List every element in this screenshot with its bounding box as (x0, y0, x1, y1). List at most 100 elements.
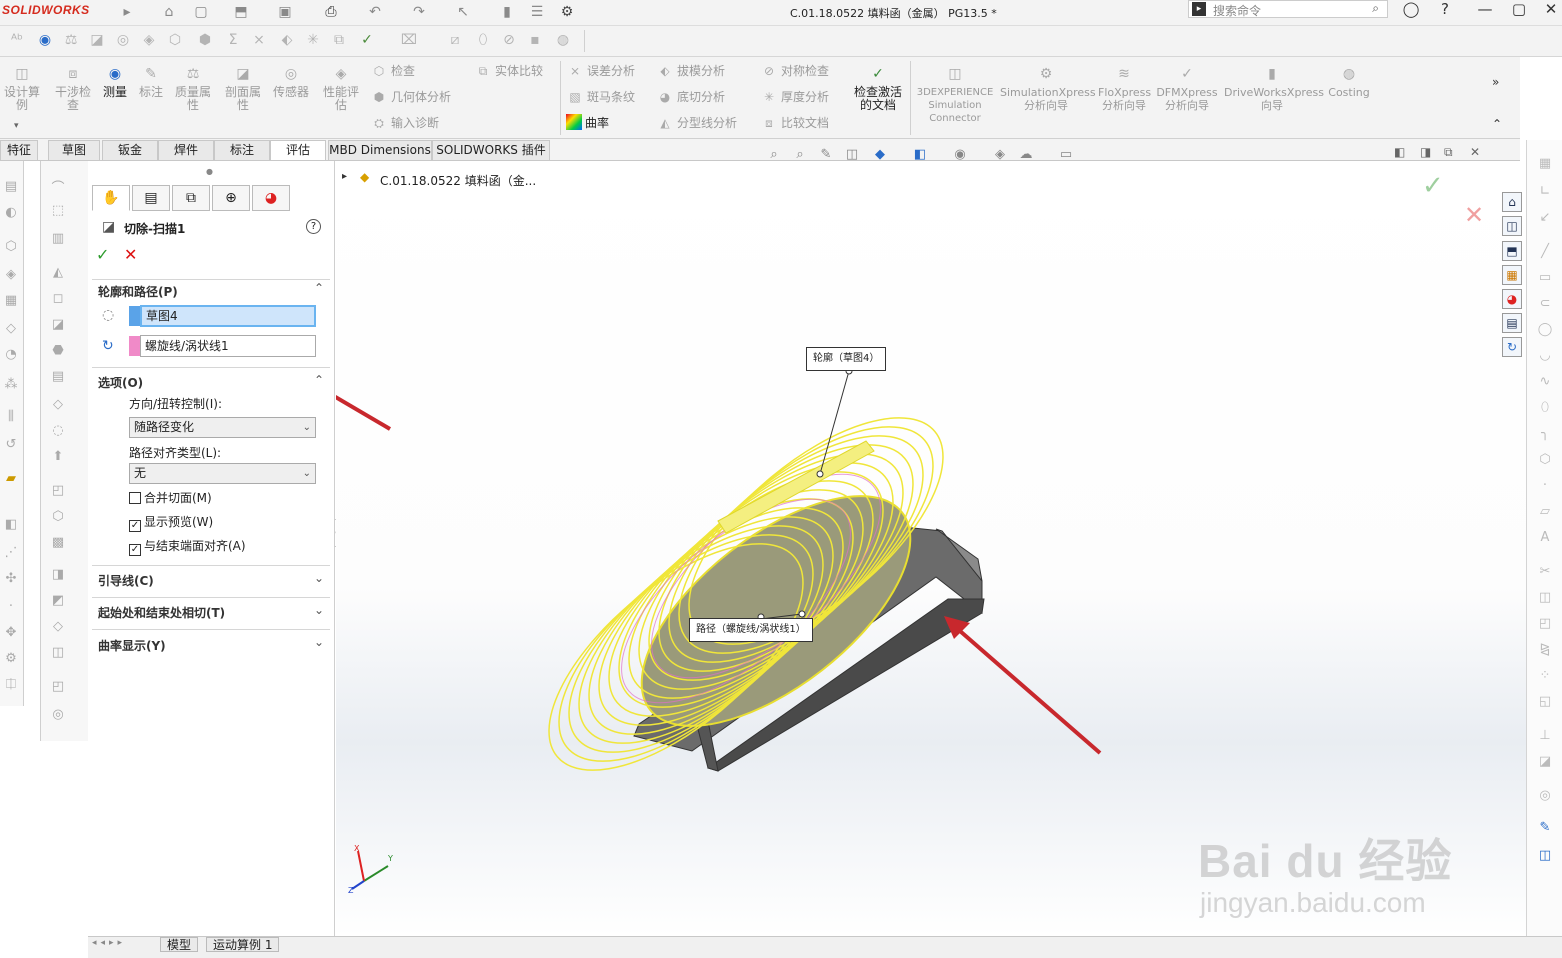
interference-icon[interactable]: ⨯ (250, 31, 268, 49)
expand-chevron-icon[interactable]: ⌄ (314, 635, 324, 649)
convert-icon[interactable]: ◫ (1536, 590, 1554, 608)
cmd-simulationxpress[interactable]: ⚙ SimulationXpress 分析向导 (1000, 65, 1096, 112)
cmd-dfmxpress[interactable]: ✓ DFMXpress 分析向导 (1156, 65, 1218, 112)
window-close-icon[interactable]: ✕ (1470, 145, 1480, 159)
geometry-analysis-icon[interactable]: ⬢ (196, 31, 214, 49)
cmd-check-active-document[interactable]: ✓ 检查激活的文档 (850, 65, 906, 112)
freeform-icon[interactable]: ⚙ (2, 651, 20, 669)
cmd-section-properties[interactable]: ◪ 剖面属性 (222, 65, 264, 112)
sensor-icon[interactable]: ◎ (114, 31, 132, 49)
home-view-icon[interactable]: ⌂ (1502, 192, 1522, 212)
collapse-ribbon-icon[interactable]: ⌃ (1492, 117, 1502, 131)
options-gear-icon[interactable]: ⚙ (558, 3, 576, 21)
revolve-icon[interactable]: ◐ (2, 205, 20, 223)
tab-slot-icon[interactable]: ◨ (49, 567, 67, 585)
polygon-icon[interactable]: ⬡ (1536, 452, 1554, 470)
graphics-area[interactable]: ⌕ ⌕ ✎ ◫ ◆ ◧ ◉ ◈ ☁ ▭ ◧ ◨ ⧉ ✕ ▸ ◆ C.01.18.… (336, 145, 1526, 936)
help-icon[interactable]: ? (1430, 0, 1460, 20)
corner-icon[interactable]: ◰ (49, 483, 67, 501)
maximize-button[interactable]: ▢ (1504, 0, 1534, 20)
pattern-sketch-icon[interactable]: ⁘ (1536, 668, 1554, 686)
jog-icon[interactable]: ◻ (49, 291, 67, 309)
tab-markup[interactable]: 标注 (214, 140, 270, 160)
ruler-icon[interactable]: ▰ (2, 471, 20, 489)
home-icon[interactable]: ⌂ (160, 3, 178, 21)
spell-check-icon[interactable]: ᴬᵇ (8, 31, 26, 49)
cross-break-icon[interactable]: ⬣ (49, 343, 67, 361)
sketched-bend-icon[interactable]: ◪ (49, 317, 67, 335)
vent-icon[interactable]: ⬡ (49, 509, 67, 527)
flatten-icon[interactable]: ◇ (49, 397, 67, 415)
performance-icon[interactable]: ◈ (140, 31, 158, 49)
search-commands-field[interactable]: ▸ 搜索命令 ⌕ (1188, 0, 1388, 18)
insert-bends-icon[interactable]: ◫ (49, 645, 67, 663)
circle-icon[interactable]: ◯ (1536, 322, 1554, 340)
section-curvature-display[interactable]: 曲率显示(Y) (98, 637, 166, 654)
custom-properties-icon[interactable]: ▤ (1502, 313, 1522, 333)
3d-view-icon[interactable]: ◫ (1502, 216, 1522, 236)
section-profile-path[interactable]: 轮廓和路径(P) (98, 283, 178, 300)
ribbon-dropdown-icon[interactable]: ▾ (14, 121, 19, 131)
file-properties-icon[interactable]: ☰ (528, 3, 546, 21)
restore-view-icon[interactable]: ◧ (1394, 145, 1405, 159)
compare-icon[interactable]: ⧉ (330, 31, 348, 49)
relations-icon[interactable]: ⊥ (1536, 728, 1554, 746)
search-icon[interactable]: ⌕ (1372, 1, 1379, 16)
offset-icon[interactable]: ◰ (1536, 616, 1554, 634)
shell-icon[interactable]: ◇ (2, 321, 20, 339)
user-icon[interactable]: ◯ (1396, 0, 1426, 20)
section-start-end-tangency[interactable]: 起始处和结束处相切(T) (98, 604, 225, 621)
text-icon[interactable]: A (1536, 530, 1554, 548)
cmd-performance-evaluation[interactable]: ◈ 性能评估 (320, 65, 362, 112)
symmetry-icon[interactable]: ⊘ (500, 31, 518, 49)
tab-sheet-metal[interactable]: 钣金 (102, 140, 158, 160)
tab-motion-study[interactable]: 运动算例 1 (206, 937, 280, 952)
tab-property-manager[interactable]: ▤ (132, 185, 170, 211)
sum-icon[interactable]: Σ (224, 31, 242, 49)
sweep-icon[interactable]: ⬡ (2, 239, 20, 257)
tab-display-manager[interactable]: ◕ (252, 185, 290, 211)
cmd-costing[interactable]: ◍ Costing (1326, 65, 1372, 99)
arc-icon[interactable]: ◡ (1536, 348, 1554, 366)
plane-icon[interactable]: ▱ (1536, 504, 1554, 522)
menu-expand-icon[interactable]: ▸ (118, 3, 136, 21)
lofted-bend-icon[interactable]: ▤ (49, 369, 67, 387)
merge-faces-checkbox[interactable]: 合并切面(M) (129, 490, 212, 506)
edge-flange-icon[interactable]: ⬚ (49, 203, 67, 221)
simple-hole-icon[interactable]: ◎ (49, 707, 67, 725)
measure-icon[interactable]: ◉ (36, 31, 54, 49)
rebuild-icon[interactable]: ▮ (498, 3, 516, 21)
appearances-icon[interactable]: ◕ (1502, 289, 1522, 309)
extrude-icon[interactable]: ▤ (2, 179, 20, 197)
tab-model[interactable]: 模型 (160, 937, 199, 952)
expand-chevron-icon[interactable]: ⌄ (314, 571, 324, 585)
split-icon[interactable]: ⎅ (2, 677, 20, 695)
check-active-doc-icon[interactable]: ✓ (358, 31, 376, 49)
tab-evaluate[interactable]: 评估 (270, 140, 326, 160)
path-field[interactable]: 螺旋线/涡状线1 (140, 335, 316, 357)
tab-dimxpert-manager[interactable]: ⊕ (212, 185, 250, 211)
open-icon[interactable]: ⬒ (232, 3, 250, 21)
orientation-select[interactable]: 随路径变化 ⌄ (129, 417, 316, 438)
cmd-measure[interactable]: ◉ 测量 (100, 65, 130, 99)
instant3d-icon[interactable]: ✥ (2, 625, 20, 643)
expand-chevron-icon[interactable]: ⌄ (314, 603, 324, 617)
cmd-interference-check[interactable]: ⧈ 干涉检查 (52, 65, 94, 112)
collapse-chevron-icon[interactable]: ⌃ (314, 373, 324, 387)
help-icon[interactable]: ? (306, 219, 321, 234)
tab-features[interactable]: 特征 (0, 140, 38, 160)
instant2d-icon[interactable]: ◫ (1536, 848, 1554, 866)
curves-icon[interactable]: ◧ (2, 517, 20, 535)
sketch-tool-icon[interactable]: ↙ (1536, 210, 1554, 228)
cmd-parting-line-analysis[interactable]: ◭ 分型线分析 (656, 113, 737, 133)
sheet-metal-icon[interactable]: ⌒ (49, 177, 67, 196)
rapid-sketch-icon[interactable]: ✎ (1536, 820, 1554, 838)
costing-icon[interactable]: ◍ (554, 31, 572, 49)
forming-tool-icon[interactable]: ▩ (49, 535, 67, 553)
section-properties-icon[interactable]: ◪ (88, 31, 106, 49)
unfold-icon[interactable]: ⬆ (49, 449, 67, 467)
curvature-tool-icon[interactable]: ⬯ (474, 31, 492, 49)
panel-grip[interactable]: ● (206, 167, 213, 176)
cmd-check[interactable]: ⬡ 检查 (370, 61, 415, 81)
cmd-thickness-analysis[interactable]: ✳ 厚度分析 (760, 87, 829, 107)
